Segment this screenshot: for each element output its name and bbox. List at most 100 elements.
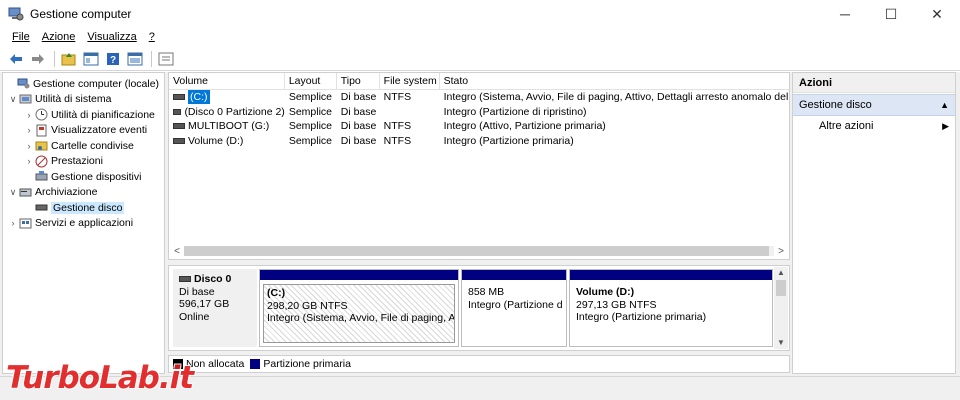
chevron-down-icon[interactable]: ∨ xyxy=(7,187,19,198)
column-header-file-system[interactable]: File system xyxy=(380,73,440,89)
volume-icon xyxy=(173,94,185,101)
back-icon[interactable] xyxy=(6,49,26,69)
volume-file-system: NTFS xyxy=(383,120,412,132)
partition-status: Integro (Sistema, Avvio, File di paging,… xyxy=(267,312,455,324)
scroll-up-icon[interactable]: ▲ xyxy=(774,267,788,279)
minimize-button[interactable]: ─ xyxy=(822,0,868,28)
disk-name: Disco 0 xyxy=(194,273,232,285)
tree-item-computer-management[interactable]: Gestione computer (locale) xyxy=(3,76,164,92)
disk-management-icon xyxy=(35,201,48,214)
volume-type: Di base xyxy=(340,105,377,118)
horizontal-scrollbar[interactable]: < > xyxy=(170,244,788,258)
chevron-right-icon[interactable]: › xyxy=(7,218,19,228)
tree-item-device-manager[interactable]: Gestione dispositivi xyxy=(3,169,164,185)
tree-item-label: Gestione computer (locale) xyxy=(33,77,160,90)
collapse-icon[interactable]: ▲ xyxy=(940,95,949,115)
tree-item-system-tools[interactable]: ∨ Utilità di sistema xyxy=(3,92,164,108)
tree-item-label: Utilità di pianificazione xyxy=(51,108,155,121)
computer-management-icon xyxy=(8,6,24,22)
tree-item-performance[interactable]: › Prestazioni xyxy=(3,154,164,170)
volume-status: Integro (Partizione primaria) xyxy=(443,134,574,147)
table-row[interactable]: MULTIBOOT (G:) Semplice Di base NTFS Int… xyxy=(169,119,789,134)
menu-help[interactable]: ? xyxy=(143,31,161,43)
disk-info[interactable]: Disco 0 Di base 596,17 GB Online xyxy=(173,269,257,347)
system-tools-icon xyxy=(19,93,32,106)
tree-item-storage[interactable]: ∨ Archiviazione xyxy=(3,185,164,201)
table-row[interactable]: (Disco 0 Partizione 2) Semplice Di base … xyxy=(169,105,789,120)
volume-status: Integro (Attivo, Partizione primaria) xyxy=(443,120,606,132)
show-hide-icon[interactable] xyxy=(156,49,176,69)
volume-layout: Semplice xyxy=(288,134,332,147)
action-more-actions[interactable]: Altre azioni ▶ xyxy=(793,116,955,136)
partition-c[interactable]: (C:) 298,20 GB NTFS Integro (Sistema, Av… xyxy=(259,269,459,347)
tree-item-label: Gestione dispositivi xyxy=(51,170,142,183)
table-row[interactable]: Volume (D:) Semplice Di base NTFS Integr… xyxy=(169,134,789,149)
chevron-right-icon[interactable]: › xyxy=(23,156,35,166)
computer-management-icon xyxy=(17,77,30,90)
disk-status: Online xyxy=(179,310,210,323)
volume-layout: Semplice xyxy=(288,120,332,132)
partition-size: 298,20 GB NTFS xyxy=(267,299,348,312)
scroll-thumb[interactable] xyxy=(184,246,769,256)
main-area: Gestione computer (locale) ∨ Utilità di … xyxy=(0,72,960,376)
title-bar: Gestione computer ─ ☐ ✕ xyxy=(0,0,960,28)
scroll-down-icon[interactable]: ▼ xyxy=(774,337,788,349)
scroll-track[interactable] xyxy=(184,246,774,256)
scroll-thumb[interactable] xyxy=(776,280,786,296)
menu-file[interactable]: File xyxy=(6,31,36,43)
toolbar: ? xyxy=(0,47,960,71)
volume-layout: Semplice xyxy=(288,91,332,103)
tree-item-event-viewer[interactable]: › Visualizzatore eventi xyxy=(3,123,164,139)
chevron-right-icon[interactable]: › xyxy=(23,141,35,151)
tree-item-task-scheduler[interactable]: › Utilità di pianificazione xyxy=(3,107,164,123)
partition-size: 297,13 GB NTFS xyxy=(576,298,657,311)
legend-label: Non allocata xyxy=(186,358,245,370)
actions-section-disk-management[interactable]: Gestione disco ▲ xyxy=(793,94,955,116)
scroll-right-icon[interactable]: > xyxy=(774,246,788,257)
disk-graphical-view: Disco 0 Di base 596,17 GB Online (C:) 29… xyxy=(168,265,790,351)
up-folder-icon[interactable] xyxy=(59,49,79,69)
menu-azione[interactable]: Azione xyxy=(36,31,82,43)
tree-item-label: Prestazioni xyxy=(51,155,103,168)
services-icon xyxy=(19,217,32,230)
actions-section-label: Gestione disco xyxy=(799,99,872,111)
volume-type: Di base xyxy=(340,120,377,132)
center-pane: Volume Layout Tipo File system Stato (C:… xyxy=(168,72,790,374)
toolbar-separator xyxy=(54,50,55,67)
volume-list-header: Volume Layout Tipo File system Stato xyxy=(169,73,789,90)
partition-d[interactable]: Volume (D:) 297,13 GB NTFS Integro (Part… xyxy=(569,269,773,347)
volume-status: Integro (Sistema, Avvio, File di paging,… xyxy=(443,91,789,103)
vertical-scrollbar[interactable]: ▲ ▼ xyxy=(774,267,788,349)
partition-bar xyxy=(462,270,566,280)
close-button[interactable]: ✕ xyxy=(914,0,960,28)
scroll-left-icon[interactable]: < xyxy=(170,246,184,257)
column-header-layout[interactable]: Layout xyxy=(285,73,337,89)
menu-visualizza[interactable]: Visualizza xyxy=(81,31,142,43)
partition-name: (C:) xyxy=(267,287,286,299)
volume-file-system: NTFS xyxy=(383,91,412,103)
table-row[interactable]: (C:) Semplice Di base NTFS Integro (Sist… xyxy=(169,90,789,105)
column-header-stato[interactable]: Stato xyxy=(440,73,789,89)
forward-icon[interactable] xyxy=(28,49,48,69)
column-header-volume[interactable]: Volume xyxy=(169,73,285,89)
volume-file-system: NTFS xyxy=(383,134,412,147)
console-tree-icon[interactable] xyxy=(81,49,101,69)
partition-recovery[interactable]: 858 MB Integro (Partizione di xyxy=(461,269,567,347)
partition-status: Integro (Partizione primaria) xyxy=(576,311,707,323)
chevron-right-icon[interactable]: › xyxy=(23,110,35,120)
properties-icon[interactable] xyxy=(125,49,145,69)
actions-header: Azioni xyxy=(793,73,955,93)
tree-item-disk-management[interactable]: Gestione disco xyxy=(3,200,164,216)
help-icon[interactable]: ? xyxy=(103,49,123,69)
tree-item-label: Utilità di sistema xyxy=(35,93,112,106)
tree-item-services[interactable]: › Servizi e applicazioni xyxy=(3,216,164,232)
disk-size: 596,17 GB xyxy=(179,298,230,310)
volume-type: Di base xyxy=(340,134,377,147)
maximize-button[interactable]: ☐ xyxy=(868,0,914,28)
chevron-right-icon[interactable]: › xyxy=(23,125,35,135)
column-header-tipo[interactable]: Tipo xyxy=(337,73,380,89)
tree-item-shared-folders[interactable]: › Cartelle condivise xyxy=(3,138,164,154)
chevron-down-icon[interactable]: ∨ xyxy=(7,94,19,105)
toolbar-separator xyxy=(151,50,152,67)
storage-icon xyxy=(19,186,32,199)
